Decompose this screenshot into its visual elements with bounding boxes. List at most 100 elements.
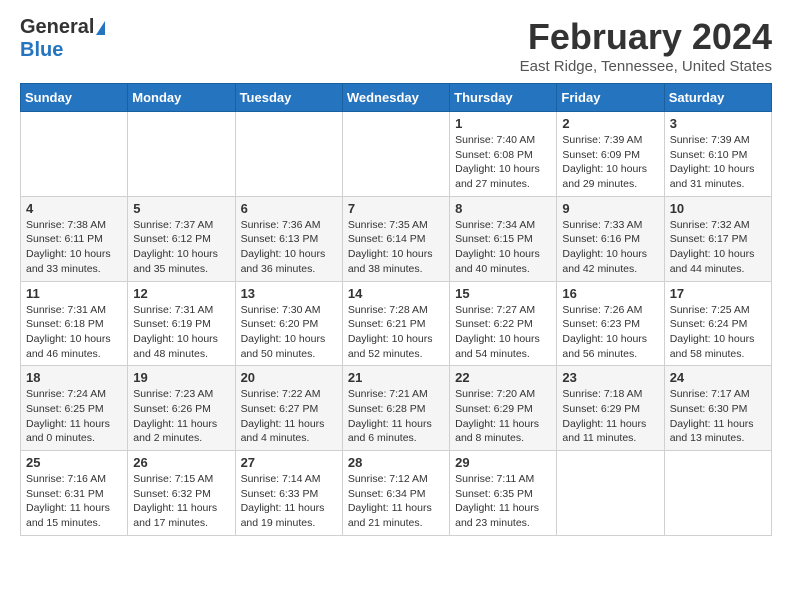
day-number: 9 — [562, 201, 658, 216]
day-cell — [21, 112, 128, 197]
header-cell-saturday: Saturday — [664, 84, 771, 112]
week-row-2: 4 Sunrise: 7:38 AM Sunset: 6:11 PM Daylig… — [21, 196, 772, 281]
day-info: Sunrise: 7:27 AM Sunset: 6:22 PM Dayligh… — [455, 303, 551, 362]
logo-blue-text: Blue — [20, 39, 63, 62]
day-number: 1 — [455, 116, 551, 131]
day-info: Sunrise: 7:31 AM Sunset: 6:18 PM Dayligh… — [26, 303, 122, 362]
day-info: Sunrise: 7:36 AM Sunset: 6:13 PM Dayligh… — [241, 218, 337, 277]
day-cell: 17 Sunrise: 7:25 AM Sunset: 6:24 PM Dayli… — [664, 281, 771, 366]
day-cell: 14Sunrise: 7:28 AM Sunset: 6:21 PM Dayli… — [342, 281, 449, 366]
day-number: 20 — [241, 370, 337, 385]
day-cell: 15 Sunrise: 7:27 AM Sunset: 6:22 PM Dayli… — [450, 281, 557, 366]
day-info: Sunrise: 7:23 AM Sunset: 6:26 PM Dayligh… — [133, 387, 229, 446]
day-info: Sunrise: 7:12 AM Sunset: 6:34 PM Dayligh… — [348, 472, 444, 531]
day-cell: 18 Sunrise: 7:24 AM Sunset: 6:25 PM Dayli… — [21, 366, 128, 451]
day-info: Sunrise: 7:39 AM Sunset: 6:09 PM Dayligh… — [562, 133, 658, 192]
header: General Blue February 2024 East Ridge, T… — [20, 16, 772, 75]
day-number: 7 — [348, 201, 444, 216]
day-info: Sunrise: 7:24 AM Sunset: 6:25 PM Dayligh… — [26, 387, 122, 446]
day-info: Sunrise: 7:39 AM Sunset: 6:10 PM Dayligh… — [670, 133, 766, 192]
day-number: 12 — [133, 286, 229, 301]
week-row-3: 11 Sunrise: 7:31 AM Sunset: 6:18 PM Dayli… — [21, 281, 772, 366]
day-cell: 1Sunrise: 7:40 AM Sunset: 6:08 PM Daylig… — [450, 112, 557, 197]
day-info: Sunrise: 7:34 AM Sunset: 6:15 PM Dayligh… — [455, 218, 551, 277]
calendar-header: SundayMondayTuesdayWednesdayThursdayFrid… — [21, 84, 772, 112]
day-info: Sunrise: 7:21 AM Sunset: 6:28 PM Dayligh… — [348, 387, 444, 446]
day-info: Sunrise: 7:18 AM Sunset: 6:29 PM Dayligh… — [562, 387, 658, 446]
day-info: Sunrise: 7:16 AM Sunset: 6:31 PM Dayligh… — [26, 472, 122, 531]
day-number: 6 — [241, 201, 337, 216]
day-number: 18 — [26, 370, 122, 385]
day-cell — [342, 112, 449, 197]
day-number: 5 — [133, 201, 229, 216]
day-number: 26 — [133, 455, 229, 470]
day-info: Sunrise: 7:37 AM Sunset: 6:12 PM Dayligh… — [133, 218, 229, 277]
day-cell: 9 Sunrise: 7:33 AM Sunset: 6:16 PM Daylig… — [557, 196, 664, 281]
day-number: 4 — [26, 201, 122, 216]
day-number: 23 — [562, 370, 658, 385]
day-number: 17 — [670, 286, 766, 301]
day-number: 13 — [241, 286, 337, 301]
week-row-1: 1Sunrise: 7:40 AM Sunset: 6:08 PM Daylig… — [21, 112, 772, 197]
day-number: 21 — [348, 370, 444, 385]
day-info: Sunrise: 7:35 AM Sunset: 6:14 PM Dayligh… — [348, 218, 444, 277]
logo: General Blue — [20, 16, 105, 62]
day-info: Sunrise: 7:38 AM Sunset: 6:11 PM Dayligh… — [26, 218, 122, 277]
week-row-5: 25 Sunrise: 7:16 AM Sunset: 6:31 PM Dayli… — [21, 451, 772, 536]
day-cell: 27 Sunrise: 7:14 AM Sunset: 6:33 PM Dayli… — [235, 451, 342, 536]
day-cell: 2 Sunrise: 7:39 AM Sunset: 6:09 PM Daylig… — [557, 112, 664, 197]
day-info: Sunrise: 7:11 AM Sunset: 6:35 PM Dayligh… — [455, 472, 551, 531]
day-number: 19 — [133, 370, 229, 385]
day-cell: 3 Sunrise: 7:39 AM Sunset: 6:10 PM Daylig… — [664, 112, 771, 197]
day-cell: 24 Sunrise: 7:17 AM Sunset: 6:30 PM Dayli… — [664, 366, 771, 451]
day-cell: 12 Sunrise: 7:31 AM Sunset: 6:19 PM Dayli… — [128, 281, 235, 366]
day-number: 3 — [670, 116, 766, 131]
day-info: Sunrise: 7:15 AM Sunset: 6:32 PM Dayligh… — [133, 472, 229, 531]
day-info: Sunrise: 7:31 AM Sunset: 6:19 PM Dayligh… — [133, 303, 229, 362]
day-number: 25 — [26, 455, 122, 470]
day-number: 22 — [455, 370, 551, 385]
calendar-body: 1Sunrise: 7:40 AM Sunset: 6:08 PM Daylig… — [21, 112, 772, 536]
logo-general-text: General — [20, 16, 94, 39]
day-cell: 22 Sunrise: 7:20 AM Sunset: 6:29 PM Dayli… — [450, 366, 557, 451]
day-cell: 26 Sunrise: 7:15 AM Sunset: 6:32 PM Dayli… — [128, 451, 235, 536]
day-info: Sunrise: 7:20 AM Sunset: 6:29 PM Dayligh… — [455, 387, 551, 446]
day-cell: 4 Sunrise: 7:38 AM Sunset: 6:11 PM Daylig… — [21, 196, 128, 281]
day-cell: 29Sunrise: 7:11 AM Sunset: 6:35 PM Dayli… — [450, 451, 557, 536]
day-cell: 5 Sunrise: 7:37 AM Sunset: 6:12 PM Daylig… — [128, 196, 235, 281]
day-number: 27 — [241, 455, 337, 470]
calendar-subtitle: East Ridge, Tennessee, United States — [520, 58, 772, 75]
day-cell: 21 Sunrise: 7:21 AM Sunset: 6:28 PM Dayli… — [342, 366, 449, 451]
header-row: SundayMondayTuesdayWednesdayThursdayFrid… — [21, 84, 772, 112]
day-info: Sunrise: 7:14 AM Sunset: 6:33 PM Dayligh… — [241, 472, 337, 531]
day-cell: 10 Sunrise: 7:32 AM Sunset: 6:17 PM Dayli… — [664, 196, 771, 281]
day-info: Sunrise: 7:33 AM Sunset: 6:16 PM Dayligh… — [562, 218, 658, 277]
day-number: 24 — [670, 370, 766, 385]
day-cell — [664, 451, 771, 536]
day-cell: 13Sunrise: 7:30 AM Sunset: 6:20 PM Dayli… — [235, 281, 342, 366]
header-cell-friday: Friday — [557, 84, 664, 112]
header-cell-sunday: Sunday — [21, 84, 128, 112]
calendar-table: SundayMondayTuesdayWednesdayThursdayFrid… — [20, 83, 772, 536]
day-cell: 23 Sunrise: 7:18 AM Sunset: 6:29 PM Dayli… — [557, 366, 664, 451]
day-cell: 20 Sunrise: 7:22 AM Sunset: 6:27 PM Dayli… — [235, 366, 342, 451]
day-number: 2 — [562, 116, 658, 131]
day-info: Sunrise: 7:17 AM Sunset: 6:30 PM Dayligh… — [670, 387, 766, 446]
day-cell: 11 Sunrise: 7:31 AM Sunset: 6:18 PM Dayli… — [21, 281, 128, 366]
day-number: 10 — [670, 201, 766, 216]
day-info: Sunrise: 7:32 AM Sunset: 6:17 PM Dayligh… — [670, 218, 766, 277]
day-cell: 7 Sunrise: 7:35 AM Sunset: 6:14 PM Daylig… — [342, 196, 449, 281]
day-number: 11 — [26, 286, 122, 301]
header-cell-tuesday: Tuesday — [235, 84, 342, 112]
day-info: Sunrise: 7:25 AM Sunset: 6:24 PM Dayligh… — [670, 303, 766, 362]
day-number: 28 — [348, 455, 444, 470]
day-cell — [557, 451, 664, 536]
logo-triangle-icon — [96, 21, 105, 35]
week-row-4: 18 Sunrise: 7:24 AM Sunset: 6:25 PM Dayli… — [21, 366, 772, 451]
day-info: Sunrise: 7:28 AM Sunset: 6:21 PM Dayligh… — [348, 303, 444, 362]
title-area: February 2024 East Ridge, Tennessee, Uni… — [520, 16, 772, 75]
day-number: 8 — [455, 201, 551, 216]
day-number: 15 — [455, 286, 551, 301]
day-cell: 28 Sunrise: 7:12 AM Sunset: 6:34 PM Dayli… — [342, 451, 449, 536]
day-info: Sunrise: 7:22 AM Sunset: 6:27 PM Dayligh… — [241, 387, 337, 446]
